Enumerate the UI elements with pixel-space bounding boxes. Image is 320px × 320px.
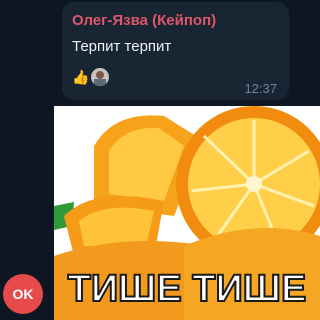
thumbs-up-icon[interactable]: 👍 (72, 68, 89, 86)
oranges-image[interactable]: ТИШЕ ТИШЕ (54, 106, 320, 320)
message-time: 12:37 (244, 81, 277, 96)
user-avatar[interactable]: OK (3, 274, 43, 314)
image-caption: ТИШЕ ТИШЕ (68, 268, 307, 310)
reactor-avatar[interactable] (91, 68, 110, 86)
message-bubble[interactable]: Олег-Язва (Кейпоп) Терпит терпит 👍 12:37 (62, 2, 289, 100)
reactions-row[interactable]: 👍 (72, 68, 110, 86)
message-text: Терпит терпит (72, 38, 172, 55)
sender-name[interactable]: Олег-Язва (Кейпоп) (72, 12, 216, 29)
